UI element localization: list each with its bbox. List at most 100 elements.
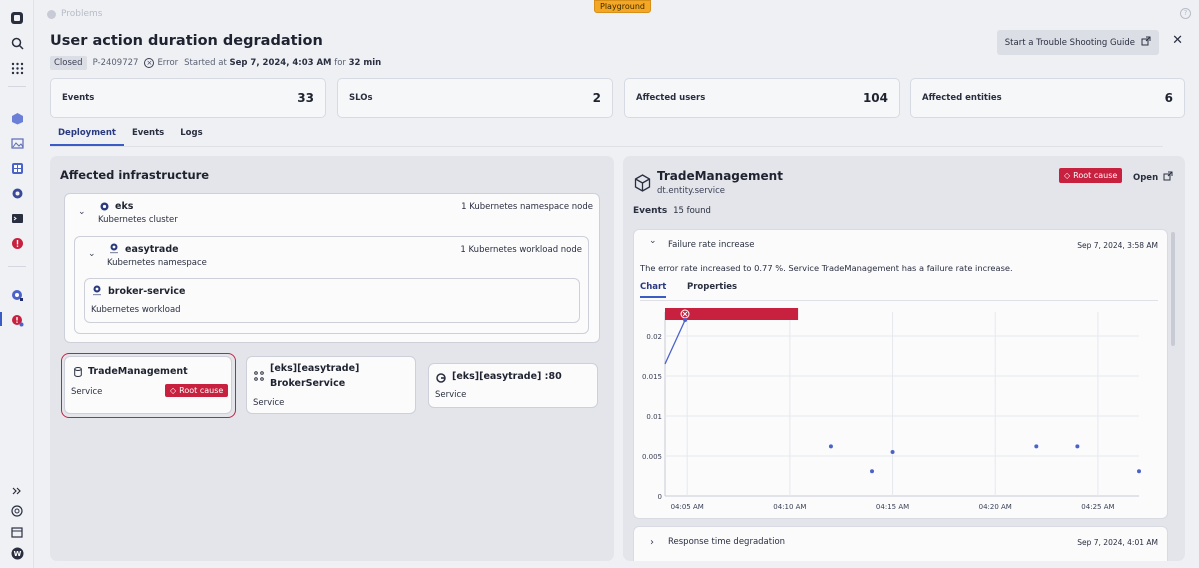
tabs-divider bbox=[50, 146, 1163, 147]
stat-label: SLOs bbox=[349, 93, 373, 103]
chart-x-ticks: 04:05 AM 04:10 AM 04:15 AM 04:20 AM 04:25 AM bbox=[671, 503, 1115, 511]
y-tick-label: 0 bbox=[658, 493, 662, 501]
service-type: Service bbox=[435, 390, 467, 400]
stat-value: 2 bbox=[592, 91, 601, 105]
entity-details-panel: TradeManagement dt.entity.service ◇ Root … bbox=[623, 156, 1185, 561]
problems-icon[interactable] bbox=[9, 235, 25, 251]
support-icon[interactable] bbox=[9, 503, 25, 519]
service-type: Service bbox=[253, 398, 285, 408]
root-cause-badge: ◇ Root cause bbox=[1059, 168, 1123, 183]
cluster-name: eks bbox=[115, 201, 134, 212]
chevron-down-icon[interactable]: ⌄ bbox=[88, 249, 96, 259]
search-entity-icon[interactable] bbox=[9, 287, 25, 303]
tab-properties[interactable]: Properties bbox=[687, 282, 737, 296]
settings-gear-icon[interactable] bbox=[9, 185, 25, 201]
events-count: 15 found bbox=[673, 206, 711, 216]
duration: 32 min bbox=[348, 58, 382, 68]
data-point bbox=[1034, 444, 1039, 449]
dashboard-icon[interactable] bbox=[9, 160, 25, 176]
x-tick-label: 04:10 AM bbox=[773, 503, 806, 511]
nav-divider bbox=[8, 86, 26, 87]
chevron-down-icon[interactable]: ⌄ bbox=[78, 207, 86, 217]
service-name: [eks][easytrade] :80 bbox=[452, 371, 562, 382]
y-tick-label: 0.005 bbox=[642, 453, 662, 461]
calendar-icon[interactable] bbox=[9, 524, 25, 540]
problem-page: User action duration degradation Closed … bbox=[34, 28, 1199, 568]
workload-name: broker-service bbox=[108, 286, 186, 297]
namespace-info: 1 Kubernetes workload node bbox=[460, 245, 582, 255]
chevron-right-icon[interactable]: › bbox=[650, 537, 654, 548]
namespace-name: easytrade bbox=[125, 244, 179, 255]
event-time: Sep 7, 2024, 4:01 AM bbox=[1077, 538, 1158, 547]
active-problem-icon[interactable] bbox=[9, 312, 25, 328]
stat-card-events[interactable]: Events 33 bbox=[50, 78, 326, 118]
workload-type: Kubernetes workload bbox=[91, 305, 181, 315]
stat-card-affected-entities[interactable]: Affected entities 6 bbox=[910, 78, 1185, 118]
data-point bbox=[1075, 444, 1080, 449]
data-point bbox=[1137, 469, 1141, 474]
tab-deployment[interactable]: Deployment bbox=[50, 127, 124, 146]
service-card-easytrade-80[interactable]: [eks][easytrade] :80 Service bbox=[428, 363, 598, 408]
user-avatar-icon[interactable]: W bbox=[9, 545, 25, 561]
chevron-down-icon[interactable]: ⌄ bbox=[649, 236, 657, 246]
svg-text:W: W bbox=[13, 550, 21, 558]
namespace-type: Kubernetes namespace bbox=[107, 258, 207, 268]
cube-icon[interactable] bbox=[9, 110, 25, 126]
workload-node[interactable]: broker-service Kubernetes workload bbox=[84, 278, 580, 323]
data-point bbox=[870, 469, 875, 474]
problem-tabs: Deployment Events Logs bbox=[50, 127, 211, 146]
event-description: The error rate increased to 0.77 %. Serv… bbox=[640, 263, 1013, 273]
root-cause-icon: ◇ bbox=[1064, 171, 1071, 180]
stat-label: Affected entities bbox=[922, 93, 1002, 103]
page-title: User action duration degradation bbox=[50, 33, 323, 49]
start-trouble-shooting-guide-button[interactable]: Start a Trouble Shooting Guide bbox=[996, 30, 1159, 55]
chart-y-ticks: 0.02 0.015 0.01 0.005 0 bbox=[642, 333, 662, 501]
kubernetes-workload-icon bbox=[92, 285, 102, 299]
namespace-node[interactable]: ⌄ easytrade Kubernetes namespace 1 Kuber… bbox=[74, 236, 589, 334]
cube-outline-icon bbox=[634, 174, 651, 195]
service-name: TradeManagement bbox=[88, 366, 188, 377]
close-icon[interactable]: ✕ bbox=[1172, 33, 1183, 48]
open-external-icon bbox=[1141, 36, 1151, 49]
breadcrumb[interactable]: Problems bbox=[47, 9, 102, 19]
status-badge: Closed bbox=[50, 56, 87, 70]
chart-tabs-divider bbox=[640, 300, 1158, 301]
for-word: for bbox=[334, 58, 346, 68]
service-card-brokerservice[interactable]: [eks][easytrade] BrokerService Service bbox=[246, 356, 416, 414]
service-card-trademanagement-highlight[interactable]: TradeManagement Service ◇ Root cause bbox=[61, 353, 236, 418]
apps-grid-icon[interactable] bbox=[9, 60, 25, 76]
image-icon[interactable] bbox=[9, 135, 25, 151]
stat-value: 104 bbox=[862, 91, 888, 105]
cluster-info: 1 Kubernetes namespace node bbox=[461, 202, 593, 212]
event-card-failure-rate[interactable]: ⌄ Failure rate increase Sep 7, 2024, 3:5… bbox=[633, 229, 1168, 519]
tab-events[interactable]: Events bbox=[124, 127, 172, 146]
stat-label: Affected users bbox=[636, 93, 706, 103]
problem-status-row: Closed P-2409727 × Error Started at Sep … bbox=[50, 56, 381, 70]
stat-card-slos[interactable]: SLOs 2 bbox=[337, 78, 613, 118]
stat-card-affected-users[interactable]: Affected users 104 bbox=[624, 78, 900, 118]
series-line bbox=[664, 319, 686, 365]
events-label: Events bbox=[633, 206, 668, 216]
problems-icon bbox=[47, 9, 56, 19]
chart-grid bbox=[664, 312, 1139, 497]
stat-label: Events bbox=[62, 93, 95, 103]
open-entity-button[interactable]: Open bbox=[1133, 171, 1173, 184]
x-tick-label: 04:15 AM bbox=[876, 503, 909, 511]
event-card-response-time[interactable]: › Response time degradation Sep 7, 2024,… bbox=[633, 526, 1168, 561]
web-service-icon bbox=[436, 373, 446, 386]
tab-chart[interactable]: Chart bbox=[640, 282, 667, 298]
service-type: Service bbox=[71, 387, 103, 397]
terminal-icon[interactable] bbox=[9, 210, 25, 226]
service-card-trademanagement[interactable]: TradeManagement Service ◇ Root cause bbox=[64, 356, 232, 414]
expand-chevrons-icon[interactable] bbox=[9, 483, 25, 499]
severity-label: Error bbox=[157, 58, 179, 68]
dynatrace-logo-icon[interactable] bbox=[9, 10, 25, 26]
help-icon[interactable]: ? bbox=[1180, 8, 1191, 19]
search-icon[interactable] bbox=[9, 35, 25, 51]
x-tick-label: 04:05 AM bbox=[671, 503, 704, 511]
problem-id: P-2409727 bbox=[92, 58, 139, 68]
cluster-node[interactable]: ⌄ eks Kubernetes cluster 1 Kubernetes na… bbox=[64, 193, 600, 343]
tab-logs[interactable]: Logs bbox=[172, 127, 210, 146]
data-point bbox=[890, 450, 895, 454]
scrollbar[interactable] bbox=[1171, 232, 1175, 346]
